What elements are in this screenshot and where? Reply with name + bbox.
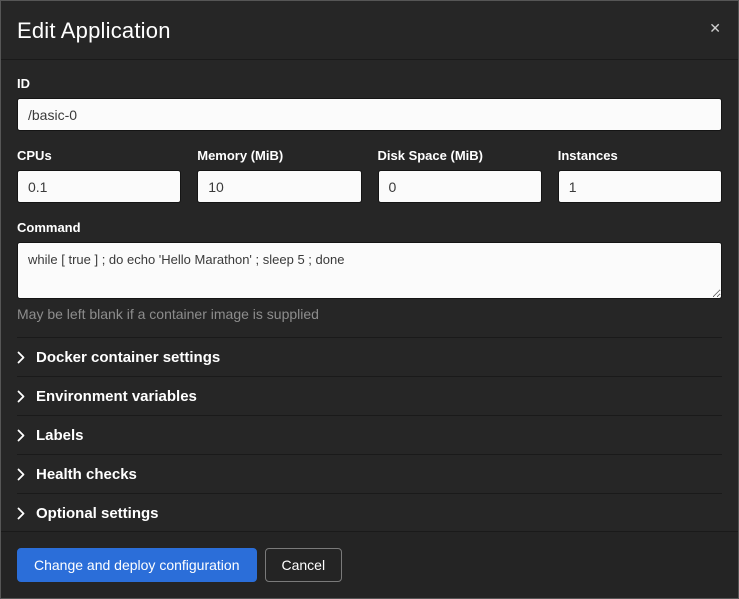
- command-textarea[interactable]: while [ true ] ; do echo 'Hello Marathon…: [17, 242, 722, 299]
- chevron-right-icon: [17, 429, 25, 442]
- collapsible-sections: Docker container settings Environment va…: [17, 337, 722, 531]
- memory-input[interactable]: [197, 170, 361, 203]
- section-environment-variables[interactable]: Environment variables: [17, 376, 722, 415]
- chevron-right-icon: [17, 468, 25, 481]
- instances-label: Instances: [558, 148, 722, 163]
- section-optional-settings[interactable]: Optional settings: [17, 493, 722, 531]
- section-label: Optional settings: [36, 505, 159, 522]
- modal-header: Edit Application ✕: [1, 1, 738, 60]
- id-label: ID: [17, 76, 722, 91]
- modal-footer: Change and deploy configuration Cancel: [1, 531, 738, 598]
- disk-input[interactable]: [378, 170, 542, 203]
- chevron-right-icon: [17, 507, 25, 520]
- modal-body: ID CPUs Memory (MiB) Disk Space (MiB) In…: [1, 60, 738, 531]
- section-label: Labels: [36, 427, 84, 444]
- id-field: ID: [17, 76, 722, 131]
- instances-field: Instances: [558, 148, 722, 203]
- memory-label: Memory (MiB): [197, 148, 361, 163]
- section-label: Environment variables: [36, 388, 197, 405]
- command-field: Command while [ true ] ; do echo 'Hello …: [17, 220, 722, 322]
- section-health-checks[interactable]: Health checks: [17, 454, 722, 493]
- section-docker-container-settings[interactable]: Docker container settings: [17, 337, 722, 376]
- instances-input[interactable]: [558, 170, 722, 203]
- memory-field: Memory (MiB): [197, 148, 361, 203]
- section-label: Docker container settings: [36, 349, 220, 366]
- section-label: Health checks: [36, 466, 137, 483]
- close-icon[interactable]: ✕: [705, 17, 725, 39]
- chevron-right-icon: [17, 351, 25, 364]
- disk-label: Disk Space (MiB): [378, 148, 542, 163]
- id-input[interactable]: [17, 98, 722, 131]
- cpus-label: CPUs: [17, 148, 181, 163]
- modal-title: Edit Application: [17, 18, 722, 44]
- command-help-text: May be left blank if a container image i…: [17, 306, 722, 322]
- resources-row: CPUs Memory (MiB) Disk Space (MiB) Insta…: [17, 148, 722, 203]
- change-and-deploy-button[interactable]: Change and deploy configuration: [17, 548, 257, 582]
- chevron-right-icon: [17, 390, 25, 403]
- cpus-input[interactable]: [17, 170, 181, 203]
- cpus-field: CPUs: [17, 148, 181, 203]
- command-label: Command: [17, 220, 722, 235]
- section-labels[interactable]: Labels: [17, 415, 722, 454]
- disk-field: Disk Space (MiB): [378, 148, 542, 203]
- cancel-button[interactable]: Cancel: [265, 548, 343, 582]
